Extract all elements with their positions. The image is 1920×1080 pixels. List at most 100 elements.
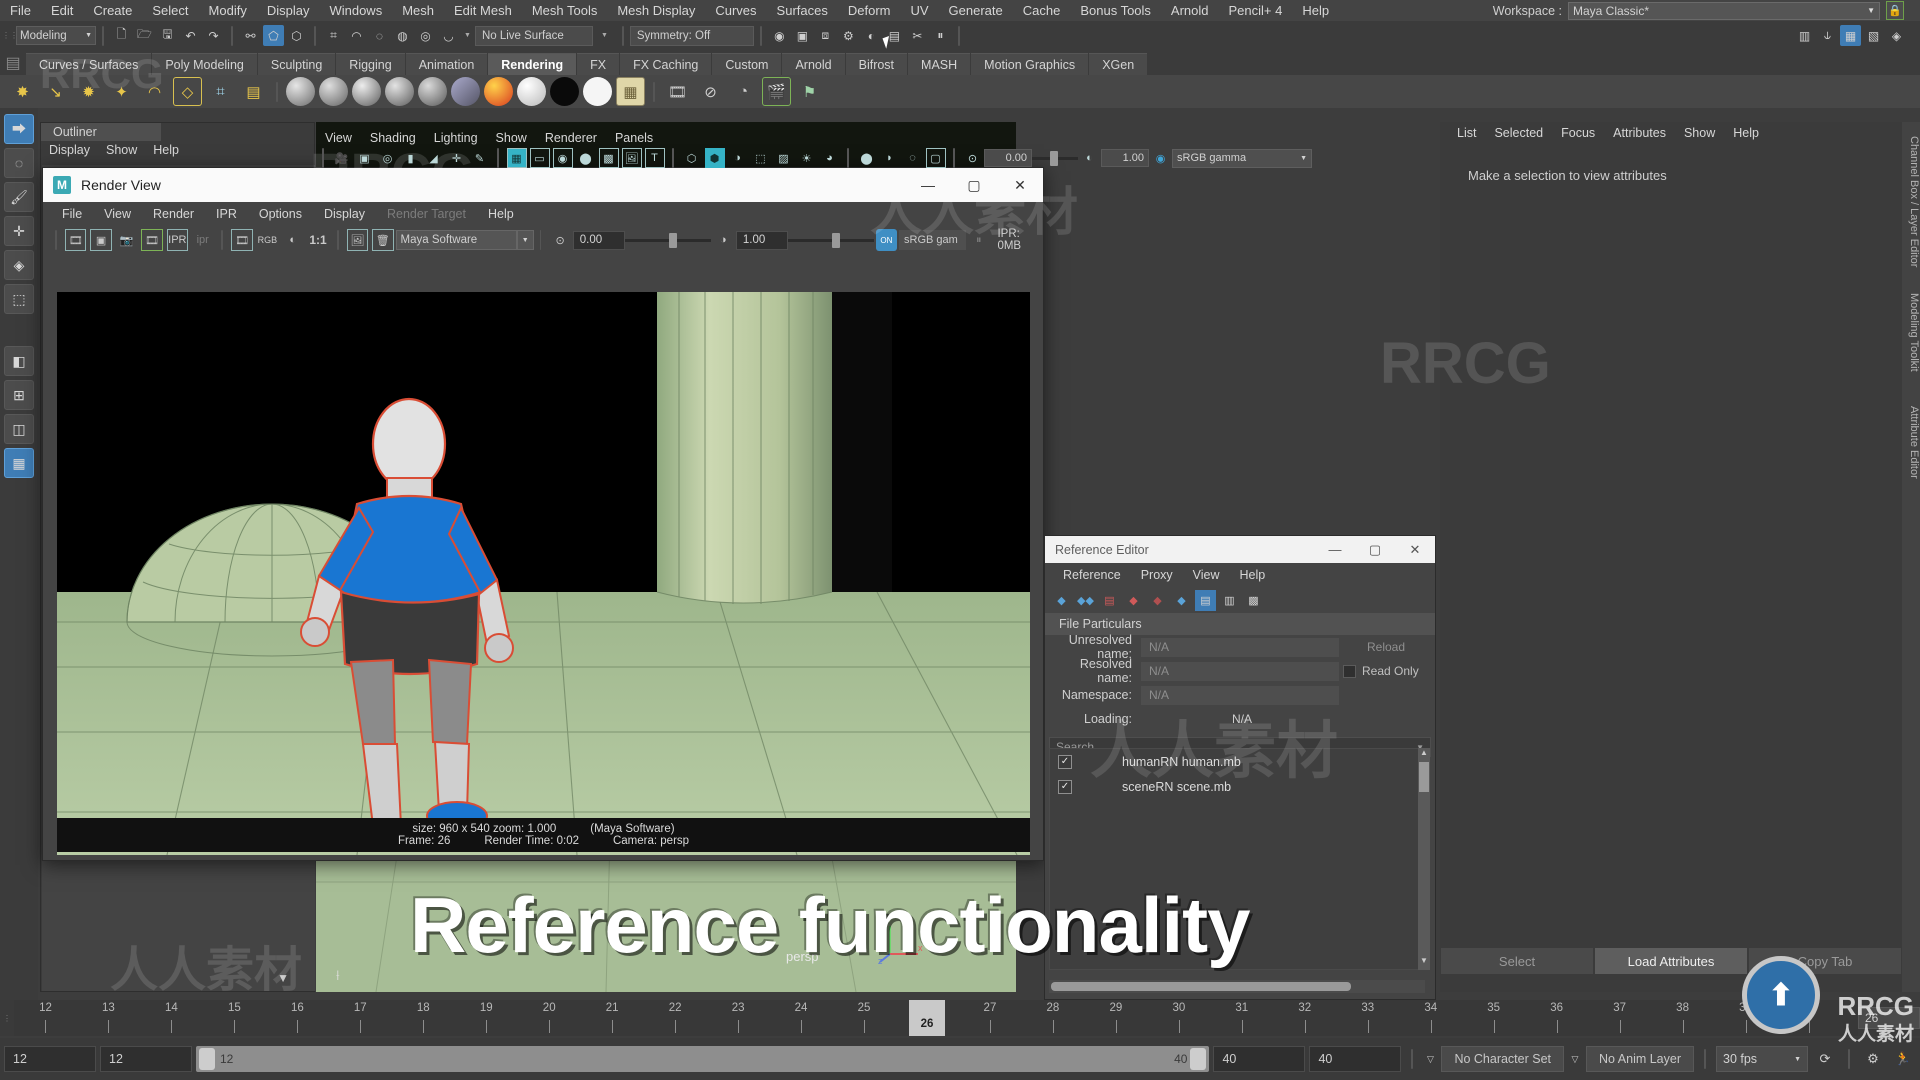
ao-icon[interactable]: ⬤ — [857, 148, 877, 168]
animation-start-field[interactable]: 12 — [4, 1046, 96, 1072]
attribute-editor-menu-attributes[interactable]: Attributes — [1604, 127, 1675, 140]
attribute-editor-menu-list[interactable]: List — [1448, 127, 1485, 140]
main-menu-item-generate[interactable]: Generate — [939, 4, 1013, 17]
snap-point-icon[interactable]: ◌ — [369, 25, 390, 46]
render-gamma-slider[interactable] — [788, 231, 874, 250]
reference-list-item[interactable]: ✓ humanRN human.mb — [1050, 749, 1424, 774]
keep-image-icon[interactable]: 🖼 — [346, 229, 369, 251]
chevron-down-icon[interactable]: ▼ — [460, 32, 475, 39]
shelf-tab-custom[interactable]: Custom — [712, 53, 782, 75]
render-view-menu-render[interactable]: Render — [142, 208, 205, 221]
render-view-image[interactable] — [57, 292, 1030, 855]
chevron-down-icon[interactable]: ▽ — [1568, 1046, 1582, 1072]
timeline-grip[interactable]: ⋮ — [0, 1000, 14, 1036]
render-exposure-slider[interactable] — [625, 231, 711, 250]
anim-layer-field[interactable]: No Anim Layer — [1586, 1046, 1694, 1072]
playblast-icon[interactable]: 🎬 — [762, 77, 791, 106]
render-gamma-field[interactable]: 1.00 — [735, 230, 789, 250]
timeline-ticks[interactable]: 12 13 14 15 16 17 18 19 20 21 22 23 24 25 26 27 28 29 30 31… — [14, 1000, 1858, 1036]
snap-view-plane-icon[interactable]: ◎ — [415, 25, 436, 46]
image-plane-icon[interactable]: ▮ — [401, 148, 421, 168]
main-menu-item-modify[interactable]: Modify — [199, 4, 257, 17]
maximize-icon[interactable]: ▢ — [1355, 536, 1395, 563]
render-diagnostics-icon[interactable]: ◔ — [729, 77, 758, 106]
duplicate-reference-icon[interactable]: ◆◆ — [1075, 590, 1096, 611]
exposure-icon[interactable]: ⊙ — [963, 148, 983, 168]
point-light-icon[interactable]: ✸ — [8, 77, 37, 106]
render-flag-icon[interactable]: ⚑ — [795, 77, 824, 106]
time-slider[interactable]: ⋮ 12 13 14 15 16 17 18 19 20 21 22 23 24 25 26 27 28 29 30… — [0, 1000, 1920, 1036]
main-menu-item-windows[interactable]: Windows — [319, 4, 392, 17]
main-menu-item-edit-mesh[interactable]: Edit Mesh — [444, 4, 522, 17]
rail-label-attribute-editor[interactable]: Attribute Editor — [1902, 382, 1920, 492]
phonge-material-icon[interactable] — [385, 77, 414, 106]
render-view-titlebar[interactable]: M Render View — ▢ ✕ — [43, 168, 1043, 202]
attribute-editor-menu-selected[interactable]: Selected — [1485, 127, 1552, 140]
reference-list[interactable]: ✓ humanRN human.mb ✓ sceneRN scene.mb — [1049, 748, 1425, 970]
reference-editor-window[interactable]: Reference Editor — ▢ ✕ Reference Proxy Vie… — [1044, 535, 1436, 1000]
directional-light-icon[interactable]: ↘ — [41, 77, 70, 106]
select-button[interactable]: Select — [1441, 948, 1593, 974]
main-menu-item-mesh-tools[interactable]: Mesh Tools — [522, 4, 608, 17]
reference-field-value[interactable]: N/A — [1141, 637, 1339, 657]
lock-icon[interactable]: 🔒 — [1886, 1, 1904, 20]
statusline-grip[interactable]: ⋮⋮ — [2, 31, 18, 40]
viewport-menu-show[interactable]: Show — [487, 132, 536, 145]
main-menu-item-file[interactable]: File — [0, 4, 41, 17]
shelf-tab-poly-modeling[interactable]: Poly Modeling — [152, 53, 257, 75]
sidebar-extra-icon[interactable]: ◈ — [1886, 25, 1907, 46]
blinn-material-icon[interactable] — [286, 77, 315, 106]
reload-button[interactable]: Reload — [1343, 638, 1429, 657]
phong-material-icon[interactable] — [352, 77, 381, 106]
textured-icon[interactable]: 🖼 — [621, 148, 642, 168]
reference-field-value[interactable]: N/A — [1141, 685, 1339, 705]
minimize-icon[interactable]: — — [1315, 536, 1355, 563]
outliner-menu-help[interactable]: Help — [145, 144, 187, 157]
xray-active-icon[interactable]: ◑ — [728, 148, 748, 168]
scroll-down-icon[interactable]: ▼ — [1418, 956, 1430, 970]
main-menu-item-uv[interactable]: UV — [900, 4, 938, 17]
layout-single-icon[interactable]: ◧ — [4, 346, 34, 376]
viewport-menu-renderer[interactable]: Renderer — [536, 132, 606, 145]
spot-light-icon[interactable]: ✹ — [74, 77, 103, 106]
main-menu-item-mesh-display[interactable]: Mesh Display — [607, 4, 705, 17]
viewport-menu-view[interactable]: View — [316, 132, 361, 145]
workspace-combo[interactable]: Maya Classic* ▼ — [1568, 1, 1880, 20]
pause-icon[interactable]: ⏸ — [930, 25, 951, 46]
xray-joints-icon[interactable]: ⬢ — [704, 148, 725, 168]
viewport-menu-lighting[interactable]: Lighting — [425, 132, 487, 145]
reference-editor-menu-reference[interactable]: Reference — [1053, 569, 1131, 582]
reference-loaded-checkbox[interactable]: ✓ — [1058, 754, 1072, 769]
color-mgmt-icon[interactable]: ◉ — [1151, 148, 1171, 168]
rail-label-channelbox[interactable]: Channel Box / Layer Editor — [1902, 122, 1920, 272]
save-scene-icon[interactable]: 🖫 — [157, 25, 178, 46]
viewport-menu-panels[interactable]: Panels — [606, 132, 662, 145]
shadows-icon[interactable]: ✛ — [447, 148, 467, 168]
rotate-tool-icon[interactable]: ◈ — [4, 250, 34, 280]
shelf-tab-sculpting[interactable]: Sculpting — [257, 53, 336, 75]
shelf-tab-animation[interactable]: Animation — [405, 53, 488, 75]
use-all-lights-icon[interactable]: ☀ — [797, 148, 817, 168]
viewport-colormgmt-combo[interactable]: sRGB gamma ▼ — [1172, 148, 1312, 168]
animation-end-field[interactable]: 40 — [1309, 1046, 1402, 1072]
volume-light-icon[interactable]: ◠ — [140, 77, 169, 106]
render-view-menu-help[interactable]: Help — [477, 208, 525, 221]
select-camera-icon[interactable]: 🎥 — [332, 148, 352, 168]
batch-render-icon[interactable]: 🎞 — [663, 77, 692, 106]
shelf-tab-motion-graphics[interactable]: Motion Graphics — [971, 53, 1089, 75]
reference-options-icon[interactable]: ▤ — [1099, 590, 1120, 611]
sidebar-tool-icon[interactable]: ⫝ — [1817, 25, 1838, 46]
ipr-render-icon[interactable]: IPR — [166, 229, 189, 251]
pause-icon[interactable]: ⏸ — [968, 229, 989, 251]
scissors-icon[interactable]: ✂ — [907, 25, 928, 46]
redo-icon[interactable]: ↷ — [203, 25, 224, 46]
playback-end-field[interactable]: 40 — [1213, 1046, 1306, 1072]
shelf-tab-mash[interactable]: MASH — [908, 53, 971, 75]
texture-icon[interactable]: ▦ — [616, 77, 645, 106]
reference-loaded-checkbox[interactable]: ✓ — [1058, 779, 1072, 794]
main-menu-item-pencil-4[interactable]: Pencil+ 4 — [1219, 4, 1293, 17]
layout-hypershade-icon[interactable]: ▦ — [4, 448, 34, 478]
list-view-icon[interactable]: ▤ — [1195, 589, 1216, 611]
playback-start-field[interactable]: 12 — [100, 1046, 192, 1072]
shelf-grip[interactable]: ▤ — [0, 50, 26, 75]
